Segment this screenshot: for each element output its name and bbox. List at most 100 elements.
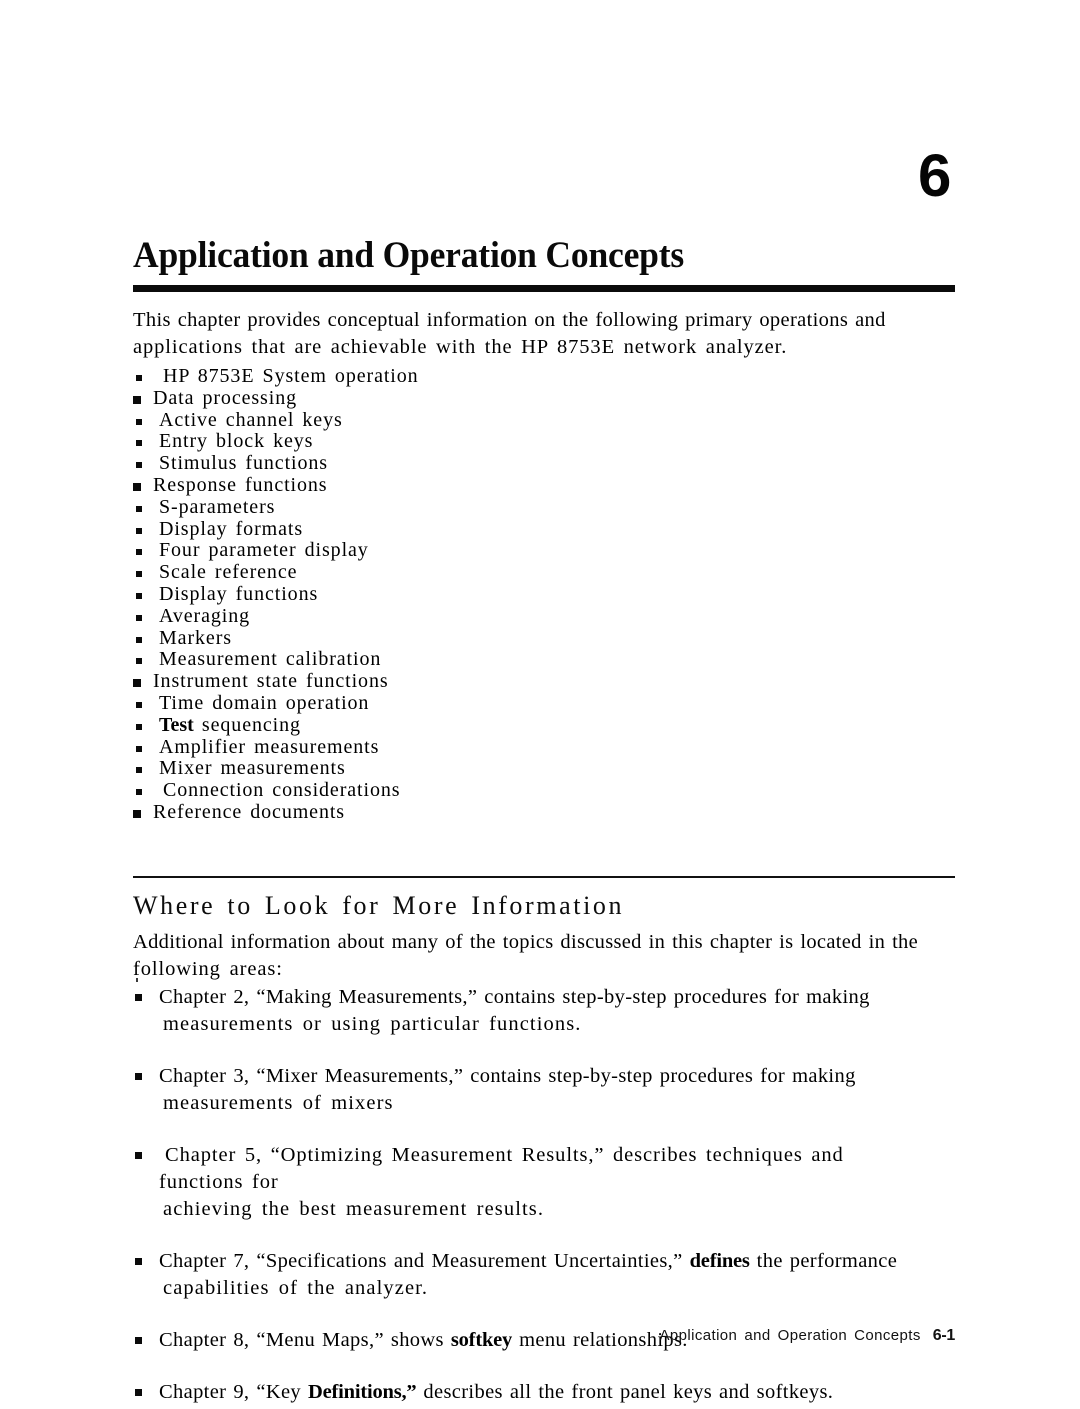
square-bullet-icon: [136, 505, 142, 512]
topic-label: Scale reference: [159, 561, 298, 584]
topic-label: Averaging: [159, 604, 251, 627]
reference-list-item: Chapter 3, “Mixer Measurements,” contain…: [133, 1063, 933, 1117]
square-bullet-icon: [136, 440, 142, 447]
section-divider: [133, 876, 955, 878]
topic-label: Data processing: [153, 386, 297, 409]
reference-text: Chapter 5, “Optimizing Measurement Resul…: [159, 1144, 844, 1193]
reference-list-item: Chapter 5, “Optimizing Measurement Resul…: [133, 1142, 933, 1223]
manual-page: 6 Application and Operation Concepts Thi…: [0, 0, 1080, 1409]
reference-emphasis: Definitions,”: [308, 1381, 417, 1403]
topic-list-item: Connection considerations: [133, 779, 693, 802]
square-bullet-icon: [136, 418, 142, 425]
section-heading: Where to Look for More Information: [133, 891, 625, 920]
topic-list-item: Averaging: [133, 604, 693, 628]
reference-list-item: Chapter 9, “Key Definitions,” describes …: [133, 1379, 933, 1406]
topic-label: Time domain operation: [159, 691, 370, 714]
square-bullet-icon: [136, 527, 142, 534]
square-bullet-icon: [136, 636, 142, 643]
topic-label: Connection considerations: [163, 779, 401, 802]
section-intro-paragraph: Additional information about many of the…: [133, 929, 923, 983]
topic-label: Reference documents: [153, 800, 345, 823]
reference-text: Chapter 7, “Specifications and Measureme…: [159, 1250, 898, 1272]
topic-list-item: Response functions: [133, 473, 693, 497]
reference-text-continuation: measurements of mixers: [163, 1092, 394, 1114]
square-bullet-icon: [135, 1389, 142, 1396]
topic-list-item: HP 8753E System operation: [133, 365, 693, 388]
topic-list-item: S-parameters: [133, 495, 693, 519]
square-bullet-icon: [133, 809, 141, 818]
topic-list-item: Test sequencing: [133, 713, 693, 737]
reference-list-item: Chapter 2, “Making Measurements,” contai…: [133, 984, 933, 1038]
square-bullet-icon: [135, 994, 142, 1001]
reference-list-item: Chapter 7, “Specifications and Measureme…: [133, 1248, 933, 1302]
reference-text: Chapter 2, “Making Measurements,” contai…: [159, 986, 870, 1008]
topic-list-item: Display formats: [133, 517, 693, 541]
topic-list-item: Reference documents: [133, 800, 693, 824]
topic-list-item: Entry block keys: [133, 430, 693, 453]
topic-list-item: Stimulus functions: [133, 452, 693, 475]
reference-emphasis: defines: [689, 1250, 750, 1272]
topic-label: Display formats: [159, 517, 304, 540]
topic-label: Active channel keys: [159, 408, 343, 431]
square-bullet-icon: [136, 658, 142, 665]
topic-list-item: Time domain operation: [133, 691, 693, 715]
page-title: Application and Operation Concepts: [133, 235, 685, 276]
square-bullet-icon: [136, 592, 142, 599]
square-bullet-icon: [136, 745, 142, 752]
reference-text: Chapter 9, “Key Definitions,” describes …: [159, 1381, 834, 1403]
chapter-number: 6: [918, 142, 951, 209]
topic-list-item: Active channel keys: [133, 408, 693, 432]
topic-label: HP 8753E System operation: [163, 365, 419, 387]
square-bullet-icon: [135, 1152, 142, 1159]
reference-text-continuation: capabilities of the analyzer.: [163, 1277, 429, 1299]
topic-label: Four parameter display: [159, 539, 369, 562]
topic-list: HP 8753E System operation Data processing…: [133, 365, 693, 824]
square-bullet-icon: [136, 789, 142, 796]
topic-label: Display functions: [159, 582, 319, 605]
footer-page-number: 6-1: [932, 1327, 956, 1344]
topic-label: Markers: [159, 626, 232, 649]
topic-label: Stimulus functions: [159, 452, 328, 475]
section-intro-line-2: following areas:: [133, 958, 283, 980]
page-footer: Application and Operation Concepts 6-1: [133, 1327, 956, 1345]
topic-label: Instrument state functions: [153, 670, 389, 693]
topic-label: Response functions: [153, 473, 328, 496]
topic-list-item: Four parameter display: [133, 539, 693, 562]
scan-speck: [136, 978, 138, 982]
topic-list-item: Mixer measurements: [133, 757, 693, 780]
square-bullet-icon: [136, 614, 142, 621]
topic-label: Amplifier measurements: [159, 735, 380, 758]
title-divider: [133, 285, 955, 292]
topic-list-item: Amplifier measurements: [133, 735, 693, 759]
square-bullet-icon: [133, 679, 141, 688]
square-bullet-icon: [136, 462, 142, 469]
intro-paragraph: This chapter provides conceptual informa…: [133, 307, 903, 361]
topic-list-item: Instrument state functions: [133, 670, 693, 693]
intro-line-1: This chapter provides conceptual informa…: [133, 309, 886, 331]
square-bullet-icon: [136, 723, 142, 730]
square-bullet-icon: [136, 549, 142, 556]
topic-list-item: Measurement calibration: [133, 648, 693, 671]
reference-text: Chapter 3, “Mixer Measurements,” contain…: [159, 1065, 856, 1087]
square-bullet-icon: [133, 395, 141, 404]
square-bullet-icon: [136, 571, 142, 578]
square-bullet-icon: [136, 767, 142, 774]
topic-emphasis: Test: [159, 713, 194, 736]
topic-label: Entry block keys: [159, 430, 314, 453]
square-bullet-icon: [133, 482, 141, 491]
square-bullet-icon: [135, 1258, 142, 1265]
square-bullet-icon: [136, 701, 142, 708]
section-intro-line-1: Additional information about many of the…: [133, 931, 919, 953]
topic-label: sequencing: [193, 713, 301, 736]
reference-text-continuation: measurements or using particular functio…: [163, 1013, 582, 1035]
topic-label: S-parameters: [159, 495, 276, 518]
square-bullet-icon: [135, 1073, 142, 1080]
topic-label: Measurement calibration: [159, 648, 382, 671]
topic-list-item: Data processing: [133, 386, 693, 410]
topic-list-item: Markers: [133, 626, 693, 650]
footer-title: Application and Operation Concepts: [659, 1327, 921, 1344]
topic-list-item: Scale reference: [133, 561, 693, 584]
reference-text-continuation: achieving the best measurement results.: [163, 1198, 545, 1220]
intro-line-2: applications that are achievable with th…: [133, 336, 788, 358]
topic-label: Mixer measurements: [159, 757, 346, 780]
